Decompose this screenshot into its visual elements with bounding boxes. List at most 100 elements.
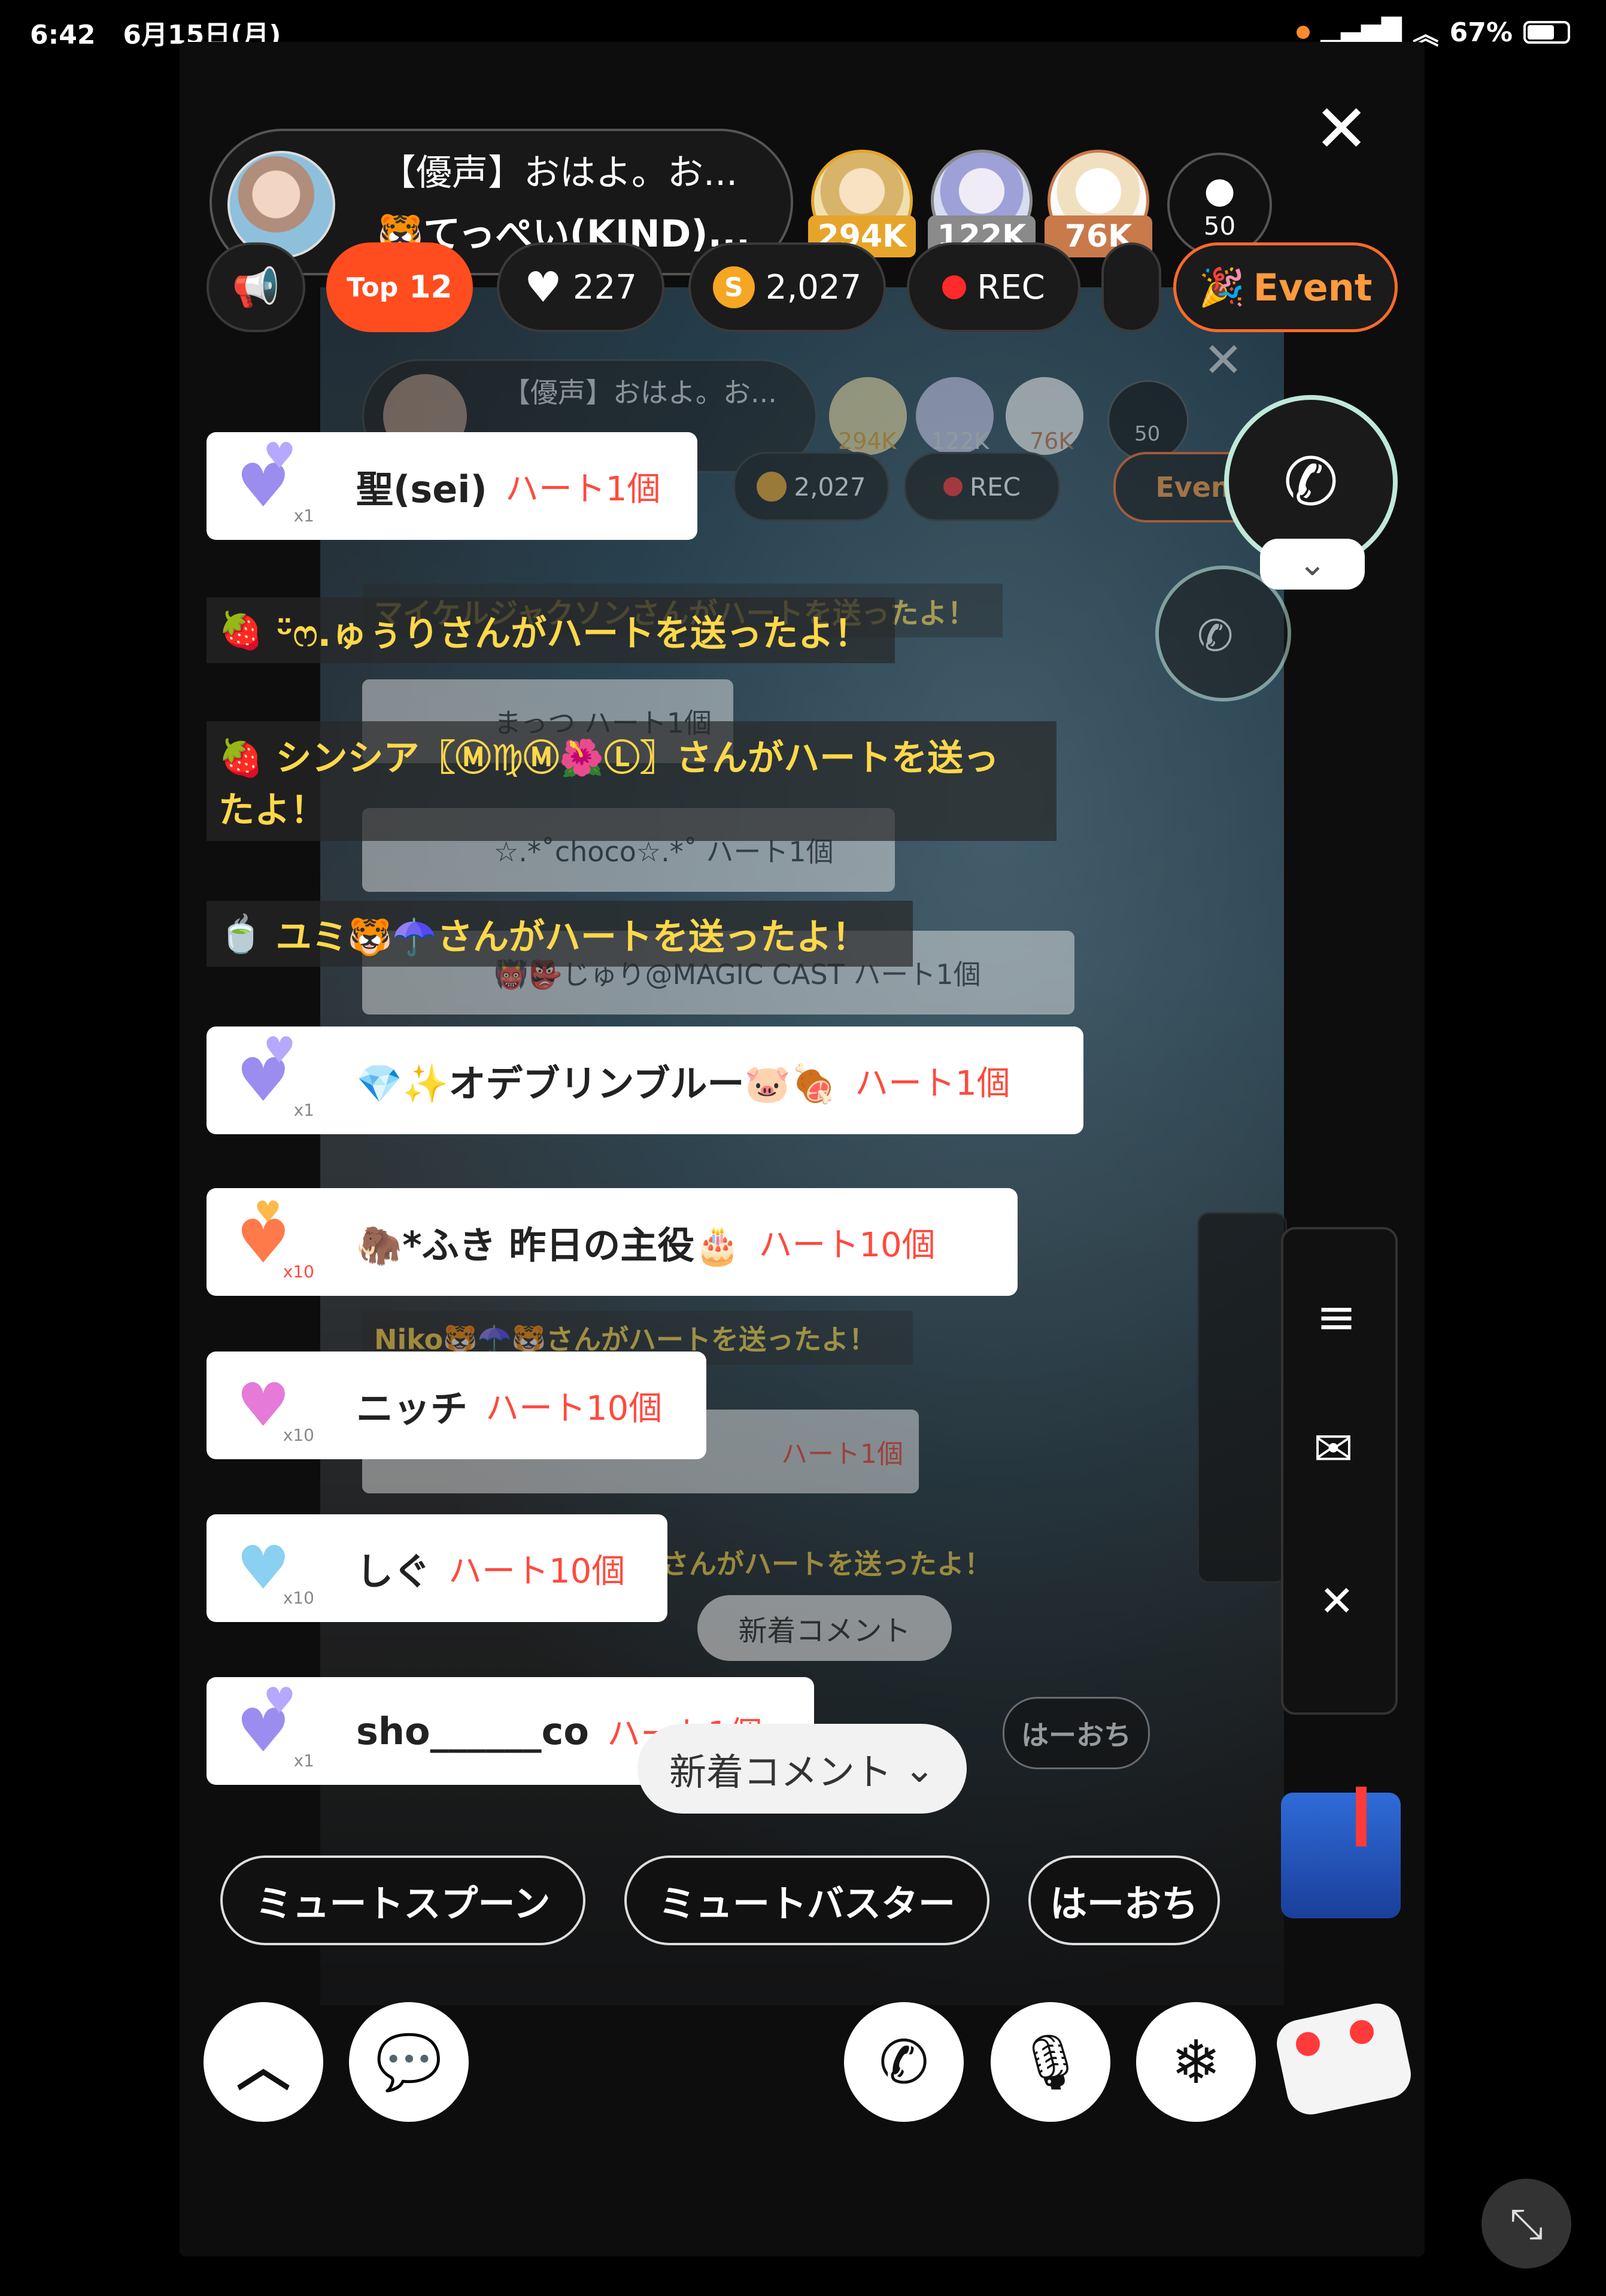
mailbox-icon[interactable] bbox=[1281, 1793, 1401, 1918]
ghost-rank-3-value: 76K bbox=[1030, 428, 1074, 454]
coins-count: 2,027 bbox=[765, 268, 862, 307]
gift-count: ハート10個 bbox=[758, 1225, 936, 1265]
mail-open-icon[interactable]: ✉ bbox=[1313, 1421, 1353, 1477]
minimize-button[interactable]: ⤡ bbox=[1481, 2179, 1571, 2268]
gift-message-5: ♥ x10 しぐ ハート10個 bbox=[207, 1514, 667, 1622]
ghost-host-title: 【優声】おはよ。お... bbox=[503, 376, 777, 409]
chevron-up-icon: ︿ bbox=[236, 2036, 290, 2098]
battery-percent: 67% bbox=[1449, 17, 1513, 48]
rec-chip[interactable]: REC bbox=[907, 242, 1080, 332]
ghost-rank-2-value: 122K bbox=[931, 428, 989, 454]
purple-hearts-icon: ♥ ♥ x1 bbox=[236, 1680, 314, 1770]
event-chip[interactable]: 🎉 Event bbox=[1173, 242, 1398, 332]
ghost-rec-chip: REC bbox=[904, 452, 1060, 521]
controller-button-dot bbox=[1296, 2032, 1320, 2056]
top-label: Top bbox=[347, 272, 399, 303]
gift-count: ハート10個 bbox=[485, 1389, 663, 1428]
heart-icon: ♥ bbox=[524, 263, 562, 312]
tea-icon: 🍵 bbox=[218, 913, 263, 955]
ha-ochi-label: はーおち bbox=[1049, 1882, 1198, 1926]
phone-icon: ✆ bbox=[879, 2027, 929, 2097]
chat-button[interactable]: 💬 bbox=[349, 2002, 469, 2122]
gift-message-1: ♥ ♥ x1 聖(sei) ハート1個 bbox=[207, 432, 697, 540]
heart-notice-1: 🍓 ᵕ̈ෆ.ゅぅりさんがハートを送ったよ！ bbox=[207, 597, 895, 663]
heart-notice-3: 🍵 ユミ🐯☂️さんがハートを送ったよ！ bbox=[207, 901, 913, 967]
new-comment-button[interactable]: 新着コメント ⌄ bbox=[637, 1724, 967, 1814]
party-popper-icon: 🎉 bbox=[1198, 265, 1245, 309]
scroll-up-button[interactable]: ︿ bbox=[204, 2002, 323, 2122]
notice-text: ᵕ̈ෆ.ゅぅりさんがハートを送ったよ！ bbox=[275, 612, 870, 655]
gift-multiplier: x10 bbox=[283, 1262, 314, 1281]
ghost-ha-ochi: はーおち bbox=[1003, 1697, 1150, 1769]
heart-notice-2: 🍓 シンシア〖Ⓜ♍Ⓜ🌺Ⓛ〗さんがハートを送っ たよ！ bbox=[207, 721, 1057, 841]
gift-count: ハート1個 bbox=[854, 1064, 1010, 1103]
ghost-rec-label: REC bbox=[969, 472, 1021, 502]
ghost-phone-icon: ✆ bbox=[1197, 611, 1234, 661]
ghost-coins-chip: 2,027 bbox=[733, 452, 889, 521]
mute-buster-label: ミュートバスター bbox=[658, 1882, 955, 1926]
strawberry-icon: 🍓 bbox=[218, 609, 263, 652]
gift-multiplier: x1 bbox=[293, 506, 314, 526]
ghost-coins-value: 2,027 bbox=[794, 472, 866, 502]
gift-sender: 聖(sei) bbox=[356, 467, 487, 511]
viewer-count: 50 bbox=[1203, 211, 1236, 241]
gift-message-3: ♥ ♥ x10 🦣*ふき 昨日の主役🎂 ハート10個 bbox=[207, 1188, 1018, 1296]
gift-multiplier: x10 bbox=[283, 1425, 314, 1445]
menu-icon[interactable]: ≡ bbox=[1316, 1289, 1356, 1345]
mic-button[interactable]: 🎙 bbox=[991, 2002, 1110, 2122]
ghost-viewers bbox=[1107, 380, 1189, 461]
controller-button-dot bbox=[1350, 2020, 1374, 2044]
record-dot-icon bbox=[942, 275, 967, 299]
battery-icon bbox=[1523, 21, 1570, 44]
gift-multiplier: x1 bbox=[293, 1751, 314, 1770]
announce-button[interactable]: 📢 bbox=[207, 242, 305, 332]
gift-multiplier: x10 bbox=[283, 1588, 314, 1608]
side-close-icon[interactable]: ✕ bbox=[1319, 1577, 1355, 1626]
gift-sender: 💎✨オデブリンブルー🐷🍖 bbox=[356, 1062, 837, 1106]
microphone-icon: 🎙 bbox=[1016, 2030, 1085, 2094]
close-icon[interactable]: ✕ bbox=[1314, 96, 1369, 162]
top-rank-chip[interactable]: Top 12 bbox=[326, 242, 473, 332]
mute-buster-button[interactable]: ミュートバスター bbox=[624, 1855, 989, 1945]
gift-message-4: ♥ x10 ニッチ ハート10個 bbox=[207, 1352, 706, 1459]
phone-icon: ✆ bbox=[1283, 444, 1339, 520]
chevron-down-icon: ⌄ bbox=[904, 1747, 935, 1791]
freeze-button[interactable]: ❄ bbox=[1136, 2002, 1256, 2122]
ghost-new-comment: 新着コメント bbox=[697, 1595, 952, 1661]
pink-crystal-heart-icon: ♥ x10 bbox=[236, 1370, 314, 1445]
person-icon: ● bbox=[1204, 169, 1235, 211]
gift-sender: 🦣*ふき 昨日の主役🎂 bbox=[356, 1223, 741, 1267]
rec-label: REC bbox=[977, 268, 1045, 307]
notice-text: シンシア〖Ⓜ♍Ⓜ🌺Ⓛ〗さんがハートを送っ bbox=[275, 737, 1000, 779]
coins-chip[interactable]: S 2,027 bbox=[688, 242, 886, 332]
new-comment-label: 新着コメント bbox=[669, 1750, 892, 1794]
heart-gift-box-icon: ♥ ♥ x10 bbox=[236, 1195, 314, 1281]
gift-count: ハート10個 bbox=[448, 1551, 626, 1591]
purple-hearts-icon: ♥ ♥ x1 bbox=[236, 435, 314, 526]
gift-message-2: ♥ ♥ x1 💎✨オデブリンブルー🐷🍖 ハート1個 bbox=[207, 1026, 1083, 1134]
rainbow-heart-icon: ♥ x10 bbox=[236, 1533, 314, 1608]
gift-sender: sho______co bbox=[356, 1709, 589, 1753]
viewer-count-button[interactable]: ● 50 bbox=[1167, 153, 1272, 257]
mic-in-use-dot bbox=[1297, 26, 1310, 39]
more-chip[interactable] bbox=[1101, 242, 1161, 332]
notice-text: ユミ🐯☂️さんがハートを送ったよ！ bbox=[275, 916, 869, 958]
side-menu-ghost bbox=[1197, 1212, 1287, 1583]
ghost-rec-dot bbox=[943, 477, 963, 496]
call-chevron-down-icon[interactable]: ⌄ bbox=[1260, 539, 1365, 590]
ha-ochi-button[interactable]: はーおち bbox=[1028, 1855, 1220, 1945]
status-time: 6:42 bbox=[30, 20, 96, 50]
side-menu-panel: ≡ ✉ ✕ bbox=[1281, 1227, 1398, 1715]
call-button[interactable]: ✆ bbox=[844, 2002, 964, 2122]
ghost-coin-icon bbox=[757, 472, 787, 502]
gift-count: ハート1個 bbox=[505, 469, 661, 509]
snowflake-icon: ❄ bbox=[1171, 2027, 1221, 2097]
shrink-arrows-icon: ⤡ bbox=[1510, 2198, 1543, 2248]
megaphone-icon: 📢 bbox=[232, 265, 280, 310]
host-title: 【優声】おはよ。お... bbox=[380, 152, 738, 194]
chat-bubble-icon: 💬 bbox=[375, 2030, 443, 2094]
mute-spoon-button[interactable]: ミュートスプーン bbox=[220, 1855, 585, 1945]
mailbox-flag-icon bbox=[1356, 1787, 1367, 1846]
likes-chip[interactable]: ♥ 227 bbox=[497, 242, 664, 332]
event-label: Event bbox=[1253, 265, 1373, 309]
